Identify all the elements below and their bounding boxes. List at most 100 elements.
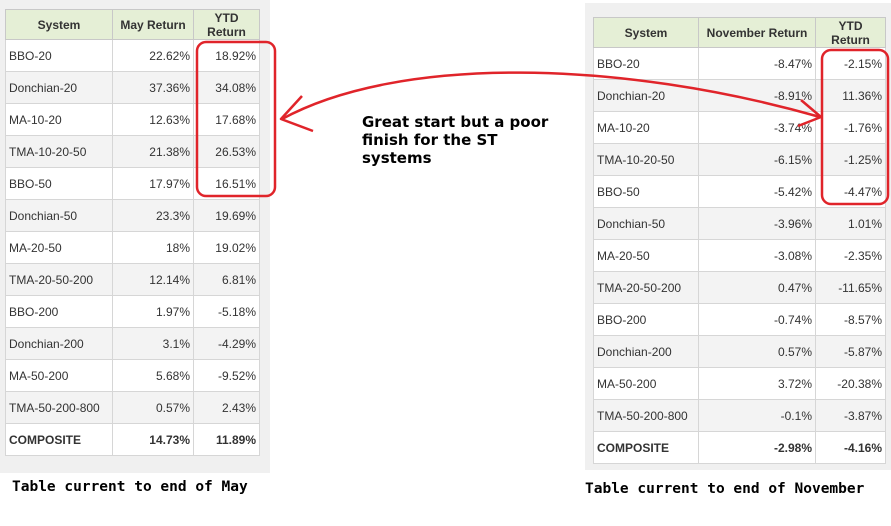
- period-return-cell: 23.3%: [112, 199, 194, 232]
- system-cell: BBO-20: [593, 47, 699, 80]
- ytd-return-cell: -2.35%: [815, 239, 886, 272]
- period-return-cell: 12.14%: [112, 263, 194, 296]
- period-return-cell: 14.73%: [112, 423, 194, 456]
- system-cell: BBO-50: [5, 167, 113, 200]
- header-system: System: [593, 17, 699, 48]
- table-row: TMA-50-200-800 0.57% 2.43%: [5, 391, 260, 424]
- table-row: Donchian-200 3.1% -4.29%: [5, 327, 260, 360]
- ytd-return-cell: 16.51%: [193, 167, 260, 200]
- period-return-cell: 17.97%: [112, 167, 194, 200]
- header-ytd-return: YTD Return: [193, 9, 260, 40]
- system-cell: COMPOSITE: [5, 423, 113, 456]
- ytd-return-cell: -4.47%: [815, 175, 886, 208]
- system-cell: MA-50-200: [593, 367, 699, 400]
- header-ytd-return: YTD Return: [815, 17, 886, 48]
- ytd-return-cell: 19.02%: [193, 231, 260, 264]
- table-row: MA-10-20 12.63% 17.68%: [5, 103, 260, 136]
- system-cell: BBO-50: [593, 175, 699, 208]
- system-cell: BBO-200: [593, 303, 699, 336]
- annotation-text: Great start but a poor finish for the ST…: [362, 113, 549, 167]
- may-table-caption: Table current to end of May: [12, 479, 248, 495]
- period-return-cell: -6.15%: [698, 143, 816, 176]
- composite-row: COMPOSITE 14.73% 11.89%: [5, 423, 260, 456]
- system-cell: MA-20-50: [593, 239, 699, 272]
- period-return-cell: -0.74%: [698, 303, 816, 336]
- system-cell: Donchian-200: [593, 335, 699, 368]
- november-header-row: System November Return YTD Return: [593, 17, 886, 48]
- period-return-cell: -3.74%: [698, 111, 816, 144]
- table-row: MA-50-200 3.72% -20.38%: [593, 367, 886, 400]
- ytd-return-cell: -5.18%: [193, 295, 260, 328]
- period-return-cell: 0.47%: [698, 271, 816, 304]
- ytd-return-cell: -9.52%: [193, 359, 260, 392]
- system-cell: TMA-50-200-800: [5, 391, 113, 424]
- table-row: TMA-20-50-200 0.47% -11.65%: [593, 271, 886, 304]
- composite-row: COMPOSITE -2.98% -4.16%: [593, 431, 886, 464]
- table-row: BBO-20 22.62% 18.92%: [5, 39, 260, 72]
- table-row: BBO-20 -8.47% -2.15%: [593, 47, 886, 80]
- ytd-return-cell: 2.43%: [193, 391, 260, 424]
- period-return-cell: 0.57%: [112, 391, 194, 424]
- header-system: System: [5, 9, 113, 40]
- system-cell: Donchian-50: [593, 207, 699, 240]
- table-row: TMA-20-50-200 12.14% 6.81%: [5, 263, 260, 296]
- ytd-return-cell: -8.57%: [815, 303, 886, 336]
- header-period-return: May Return: [112, 9, 194, 40]
- ytd-return-cell: 19.69%: [193, 199, 260, 232]
- system-cell: TMA-50-200-800: [593, 399, 699, 432]
- period-return-cell: -2.98%: [698, 431, 816, 464]
- ytd-return-cell: -3.87%: [815, 399, 886, 432]
- table-row: TMA-50-200-800 -0.1% -3.87%: [593, 399, 886, 432]
- table-row: MA-50-200 5.68% -9.52%: [5, 359, 260, 392]
- period-return-cell: -0.1%: [698, 399, 816, 432]
- table-row: TMA-10-20-50 21.38% 26.53%: [5, 135, 260, 168]
- system-cell: Donchian-20: [5, 71, 113, 104]
- period-return-cell: 1.97%: [112, 295, 194, 328]
- table-row: Donchian-20 37.36% 34.08%: [5, 71, 260, 104]
- period-return-cell: -8.47%: [698, 47, 816, 80]
- november-returns-table: System November Return YTD Return BBO-20…: [593, 17, 886, 464]
- table-row: Donchian-200 0.57% -5.87%: [593, 335, 886, 368]
- system-cell: Donchian-50: [5, 199, 113, 232]
- period-return-cell: -8.91%: [698, 79, 816, 112]
- period-return-cell: 37.36%: [112, 71, 194, 104]
- system-cell: Donchian-200: [5, 327, 113, 360]
- ytd-return-cell: 6.81%: [193, 263, 260, 296]
- period-return-cell: 21.38%: [112, 135, 194, 168]
- may-returns-table: System May Return YTD Return BBO-20 22.62…: [5, 9, 260, 456]
- ytd-return-cell: 17.68%: [193, 103, 260, 136]
- system-cell: MA-10-20: [5, 103, 113, 136]
- ytd-return-cell: 18.92%: [193, 39, 260, 72]
- ytd-return-cell: 11.36%: [815, 79, 886, 112]
- ytd-return-cell: 1.01%: [815, 207, 886, 240]
- system-cell: BBO-20: [5, 39, 113, 72]
- period-return-cell: -3.96%: [698, 207, 816, 240]
- system-cell: MA-20-50: [5, 231, 113, 264]
- table-row: BBO-50 17.97% 16.51%: [5, 167, 260, 200]
- table-row: BBO-200 -0.74% -8.57%: [593, 303, 886, 336]
- ytd-return-cell: -1.25%: [815, 143, 886, 176]
- period-return-cell: 3.72%: [698, 367, 816, 400]
- table-row: Donchian-20 -8.91% 11.36%: [593, 79, 886, 112]
- table-row: MA-20-50 18% 19.02%: [5, 231, 260, 264]
- period-return-cell: 12.63%: [112, 103, 194, 136]
- ytd-return-cell: 11.89%: [193, 423, 260, 456]
- system-cell: TMA-10-20-50: [593, 143, 699, 176]
- period-return-cell: -3.08%: [698, 239, 816, 272]
- table-row: TMA-10-20-50 -6.15% -1.25%: [593, 143, 886, 176]
- may-header-row: System May Return YTD Return: [5, 9, 260, 40]
- system-cell: TMA-10-20-50: [5, 135, 113, 168]
- may-table-body: BBO-20 22.62% 18.92% Donchian-20 37.36% 34.08…: [5, 39, 260, 456]
- ytd-return-cell: -2.15%: [815, 47, 886, 80]
- ytd-return-cell: -5.87%: [815, 335, 886, 368]
- ytd-return-cell: -11.65%: [815, 271, 886, 304]
- period-return-cell: -5.42%: [698, 175, 816, 208]
- period-return-cell: 5.68%: [112, 359, 194, 392]
- table-row: BBO-200 1.97% -5.18%: [5, 295, 260, 328]
- arrowhead-left: [279, 95, 314, 133]
- table-row: MA-10-20 -3.74% -1.76%: [593, 111, 886, 144]
- table-row: BBO-50 -5.42% -4.47%: [593, 175, 886, 208]
- ytd-return-cell: -4.29%: [193, 327, 260, 360]
- ytd-return-cell: -1.76%: [815, 111, 886, 144]
- ytd-return-cell: 34.08%: [193, 71, 260, 104]
